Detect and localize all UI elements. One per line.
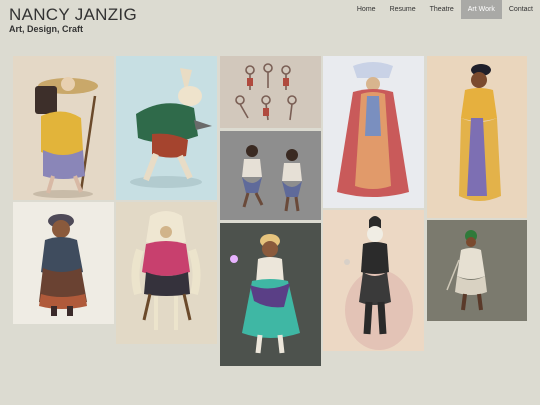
artwork-two-dancers[interactable] xyxy=(220,131,321,220)
artwork-woman-teal-dress-image xyxy=(230,234,300,354)
nav-home[interactable]: Home xyxy=(350,0,383,19)
artwork-woman-dark-dress[interactable] xyxy=(13,202,114,324)
nav-resume[interactable]: Resume xyxy=(383,0,423,19)
site-title[interactable]: NANCY JANZIG xyxy=(9,5,137,25)
art-gallery xyxy=(13,56,527,396)
artwork-traveler-image xyxy=(33,77,98,198)
artwork-owl-figure[interactable] xyxy=(116,202,217,344)
artwork-woman-gold-robe-image xyxy=(459,64,501,201)
artwork-owl-figure-image xyxy=(131,211,201,330)
artwork-traveler[interactable] xyxy=(13,56,114,200)
site-header: NANCY JANZIG Art, Design, Craft Home Res… xyxy=(0,0,540,52)
artwork-skeleton-figure[interactable] xyxy=(323,210,424,351)
artwork-skeleton-figure-image xyxy=(344,216,413,350)
main-nav: Home Resume Theatre Art Work Contact xyxy=(350,0,540,19)
artwork-robed-queen[interactable] xyxy=(323,56,424,208)
nav-theatre[interactable]: Theatre xyxy=(423,0,461,19)
artwork-robed-queen-image xyxy=(337,62,409,197)
nav-contact[interactable]: Contact xyxy=(502,0,540,19)
artwork-woman-gold-robe[interactable] xyxy=(427,56,527,218)
artwork-woman-dark-dress-image xyxy=(39,214,87,316)
site-tagline: Art, Design, Craft xyxy=(9,24,84,34)
artwork-group-sketch-image xyxy=(235,63,297,121)
artwork-man-in-tunic[interactable] xyxy=(427,220,527,321)
artwork-hare-image xyxy=(130,68,212,188)
artwork-two-dancers-image xyxy=(242,145,302,212)
artwork-woman-teal-dress[interactable] xyxy=(220,223,321,366)
nav-art-work[interactable]: Art Work xyxy=(460,0,502,19)
artwork-man-in-tunic-image xyxy=(446,230,487,311)
artwork-hare[interactable] xyxy=(116,56,217,200)
artwork-group-sketch[interactable] xyxy=(220,56,321,128)
